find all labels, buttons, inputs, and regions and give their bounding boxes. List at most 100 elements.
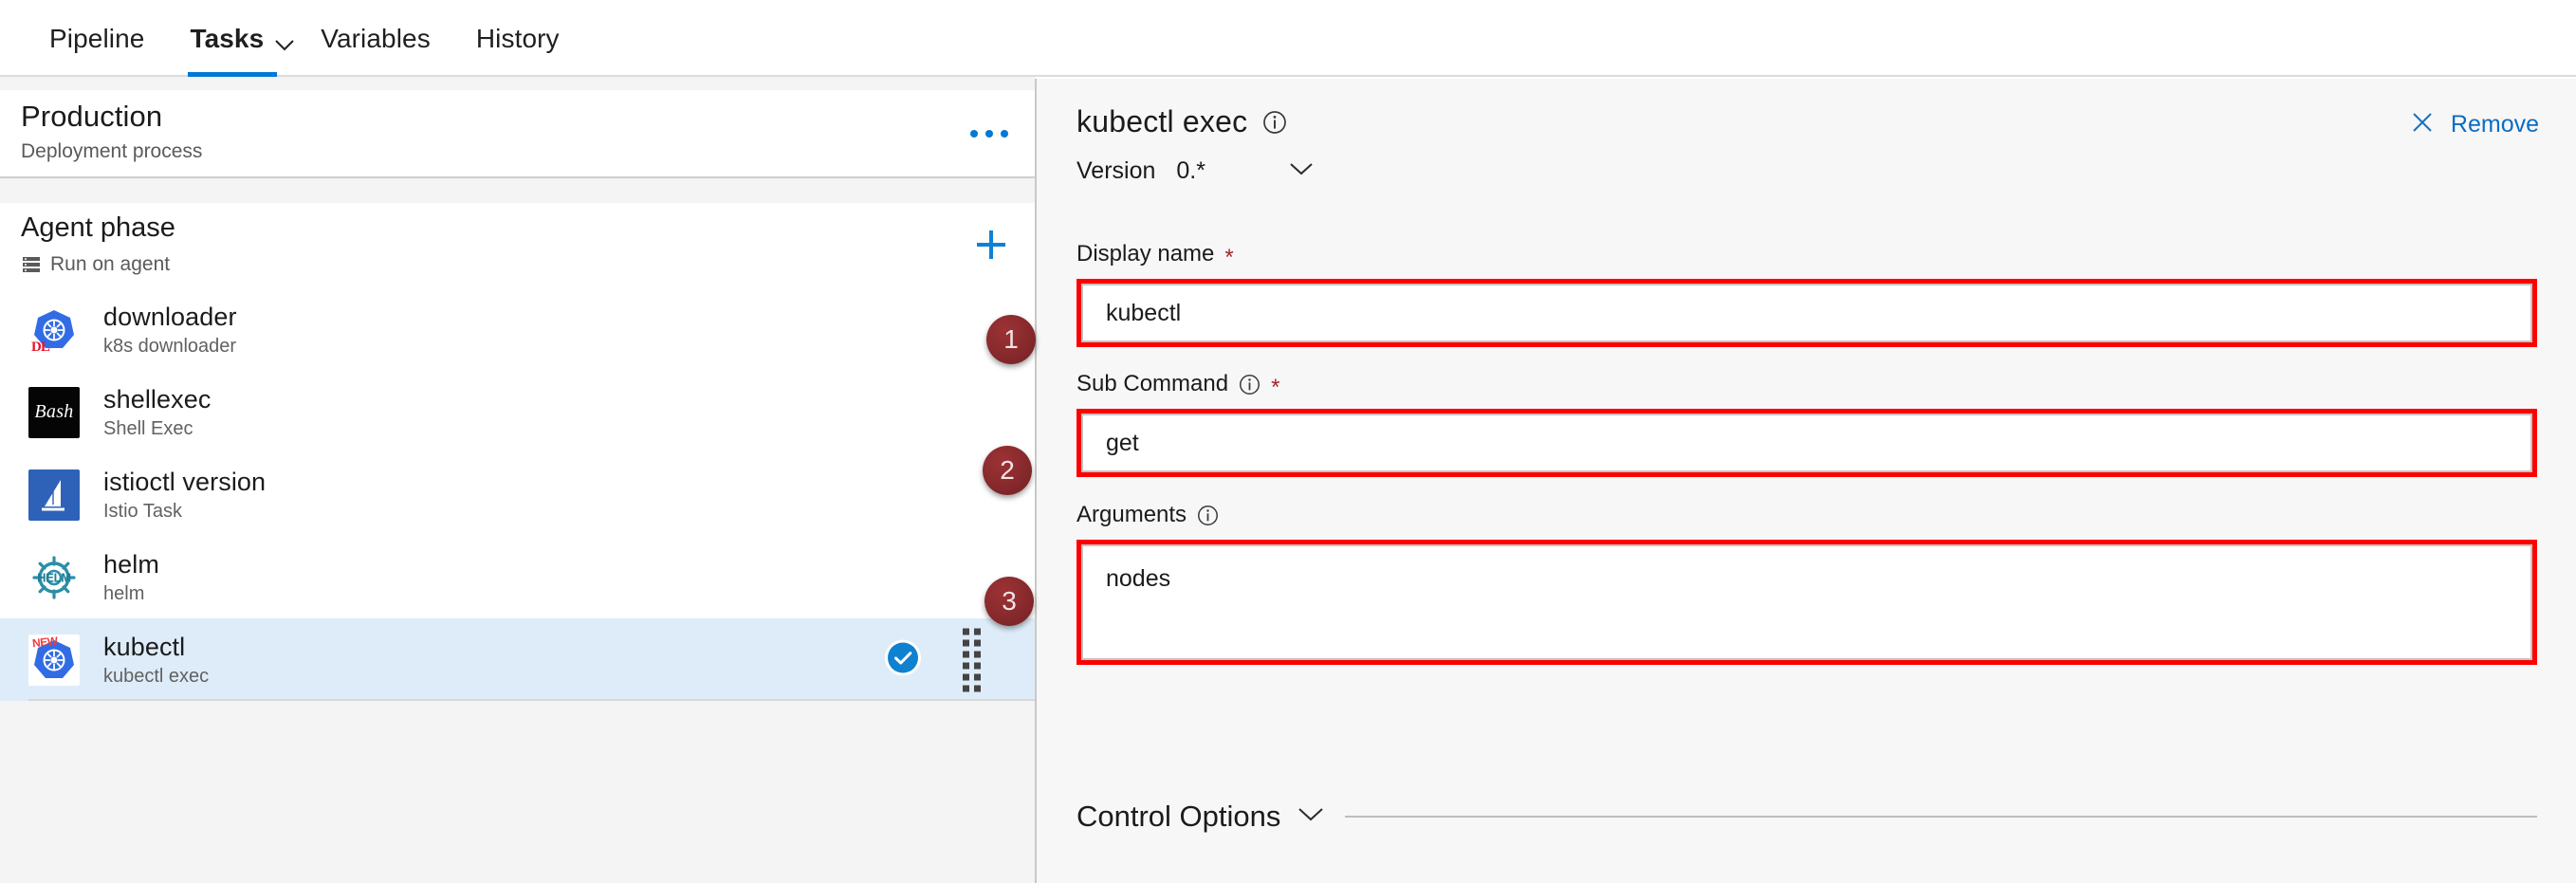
sub-command-label-row: Sub Command * — [1076, 370, 2537, 400]
arguments-field: Arguments — [1076, 501, 2537, 665]
tab-tasks[interactable]: Tasks — [167, 0, 298, 77]
annotation-badge-2: 2 — [983, 446, 1032, 495]
more-dot — [1001, 130, 1008, 138]
more-dot — [970, 130, 978, 138]
kubernetes-icon: DL — [28, 304, 80, 356]
istio-icon — [28, 469, 80, 521]
required-asterisk: * — [1271, 375, 1280, 400]
control-options-divider — [1345, 816, 2537, 818]
control-options-section[interactable]: Control Options — [1076, 800, 2537, 834]
annotation-badge-3: 3 — [984, 577, 1034, 626]
required-asterisk: * — [1224, 245, 1234, 270]
agent-phase-block: Agent phase Run on agent DL downloader k… — [0, 203, 1035, 701]
tasks-sidebar: Production Deployment process Agent phas… — [0, 77, 1035, 883]
agent-phase-header[interactable]: Agent phase Run on agent — [0, 203, 1035, 288]
tab-history-label: History — [475, 23, 560, 53]
task-row-helm[interactable]: HELM helm helm — [0, 536, 1035, 618]
task-text: shellexec Shell Exec — [103, 384, 211, 441]
helm-badge: HELM — [37, 570, 71, 584]
task-name: helm — [103, 549, 159, 579]
version-chevron-down-icon[interactable] — [1289, 161, 1314, 181]
top-tab-bar: Pipeline Tasks Variables History — [0, 0, 2576, 77]
process-subtitle: Deployment process — [21, 140, 203, 162]
display-name-input[interactable] — [1081, 284, 2532, 342]
helm-icon: HELM — [28, 551, 80, 603]
handle-dot — [974, 651, 981, 657]
task-detail-panel: kubectl exec Remove Version 0.* Display … — [1037, 79, 2576, 883]
version-label: Version — [1076, 157, 1156, 184]
add-task-button[interactable] — [970, 224, 1012, 266]
process-more-menu-button[interactable] — [965, 115, 1014, 153]
task-description: Istio Task — [103, 500, 182, 522]
sub-command-label: Sub Command — [1076, 371, 1229, 396]
sub-command-info-icon[interactable] — [1239, 374, 1260, 396]
task-text: helm helm — [103, 549, 159, 606]
task-name: istioctl version — [103, 467, 267, 496]
arguments-info-icon[interactable] — [1197, 505, 1219, 526]
task-text: downloader k8s downloader — [103, 302, 237, 359]
remove-label: Remove — [2450, 111, 2539, 138]
handle-dot — [974, 685, 981, 691]
task-text: kubectl kubectl exec — [103, 632, 209, 689]
tab-pipeline[interactable]: Pipeline — [27, 0, 167, 77]
task-description: k8s downloader — [103, 335, 237, 357]
task-list: DL downloader k8s downloader Bash shelle… — [0, 288, 1035, 701]
version-row: Version 0.* — [1076, 157, 1314, 185]
close-icon — [2410, 110, 2435, 139]
task-name: shellexec — [103, 384, 212, 414]
handle-dot — [963, 628, 969, 635]
more-dot — [985, 130, 993, 138]
sub-command-highlight-box — [1076, 409, 2537, 477]
agent-phase-subtitle: Run on agent — [50, 253, 171, 275]
handle-dot — [974, 628, 981, 635]
sub-command-input[interactable] — [1081, 414, 2532, 472]
downloader-badge: DL — [31, 339, 50, 355]
task-row-downloader[interactable]: DL downloader k8s downloader — [0, 288, 1035, 371]
handle-dot — [974, 673, 981, 680]
handle-dot — [974, 639, 981, 646]
bash-icon: Bash — [28, 386, 80, 438]
tab-pipeline-label: Pipeline — [49, 23, 145, 53]
arguments-textarea[interactable] — [1081, 544, 2532, 660]
agent-phase-title: Agent phase — [21, 212, 175, 243]
sub-command-field: Sub Command * — [1076, 370, 2537, 477]
task-row-kubectl[interactable]: NEW kubectl kubectl exec — [0, 618, 1035, 701]
task-drag-handle[interactable] — [963, 628, 981, 691]
remove-task-button[interactable]: Remove — [2410, 110, 2539, 139]
control-options-title: Control Options — [1076, 800, 1281, 833]
tab-variables[interactable]: Variables — [298, 0, 453, 77]
control-options-chevron-down-icon[interactable] — [1297, 806, 1324, 827]
detail-title: kubectl exec — [1076, 104, 1248, 138]
task-name: kubectl — [103, 632, 186, 661]
info-icon[interactable] — [1262, 110, 1287, 135]
task-row-istioctl-version[interactable]: istioctl version Istio Task — [0, 453, 1035, 536]
handle-dot — [963, 662, 969, 669]
process-title: Production — [21, 100, 163, 133]
process-header: Production Deployment process — [0, 90, 1035, 178]
handle-dot — [963, 639, 969, 646]
display-name-highlight-box — [1076, 279, 2537, 347]
server-icon — [21, 254, 42, 275]
arguments-highlight-box — [1076, 540, 2537, 665]
task-enabled-check-icon[interactable] — [883, 637, 923, 682]
task-name: downloader — [103, 302, 237, 331]
handle-dot — [974, 662, 981, 669]
task-row-shellexec[interactable]: Bash shellexec Shell Exec — [0, 371, 1035, 453]
new-badge: NEW — [31, 634, 59, 650]
handle-dot — [963, 685, 969, 691]
tab-tasks-label: Tasks — [190, 23, 265, 53]
task-list-divider — [28, 699, 1035, 701]
handle-dot — [963, 673, 969, 680]
task-description: Shell Exec — [103, 417, 193, 439]
arguments-label: Arguments — [1076, 502, 1187, 527]
task-description: kubectl exec — [103, 665, 210, 687]
version-value: 0.* — [1176, 157, 1205, 184]
handle-dot — [963, 651, 969, 657]
display-name-label-row: Display name * — [1076, 240, 2537, 270]
annotation-badge-1: 1 — [986, 315, 1036, 364]
bash-badge: Bash — [34, 401, 74, 422]
tab-history[interactable]: History — [453, 0, 582, 77]
task-description: helm — [103, 582, 145, 604]
tab-variables-label: Variables — [321, 23, 431, 53]
arguments-label-row: Arguments — [1076, 501, 2537, 529]
